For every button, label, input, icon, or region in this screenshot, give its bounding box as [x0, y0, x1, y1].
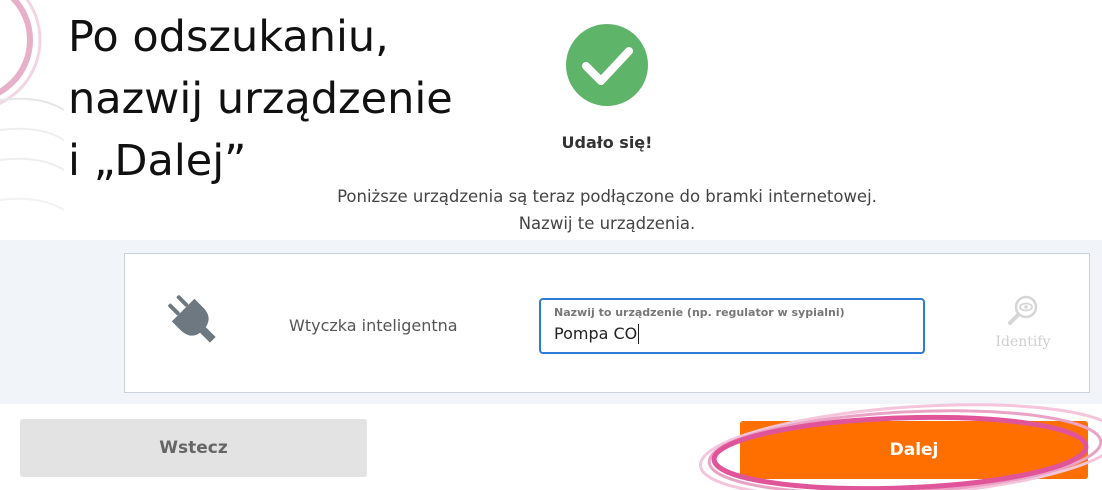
success-title: Udało się! — [561, 133, 653, 152]
slide-title: Po odszukaniu, nazwij urządzenie i „Dale… — [68, 12, 453, 186]
device-card: Wtyczka inteligentna Nazwij to urządzeni… — [124, 253, 1090, 393]
next-button[interactable]: Dalej — [740, 421, 1088, 479]
plug-icon — [168, 295, 216, 343]
eye-magnifier-icon — [1008, 295, 1038, 325]
identify-label: Identify — [995, 334, 1051, 350]
identify-button[interactable]: Identify — [983, 294, 1063, 364]
device-name-field[interactable]: Nazwij to urządzenie (np. regulator w sy… — [539, 298, 925, 354]
back-button[interactable]: Wstecz — [20, 419, 367, 477]
check-circle-icon — [566, 24, 648, 106]
device-name-label: Nazwij to urządzenie (np. regulator w sy… — [554, 306, 845, 319]
device-name-input[interactable]: Pompa CO — [554, 324, 640, 344]
device-type-label: Wtyczka inteligentna — [289, 316, 458, 335]
